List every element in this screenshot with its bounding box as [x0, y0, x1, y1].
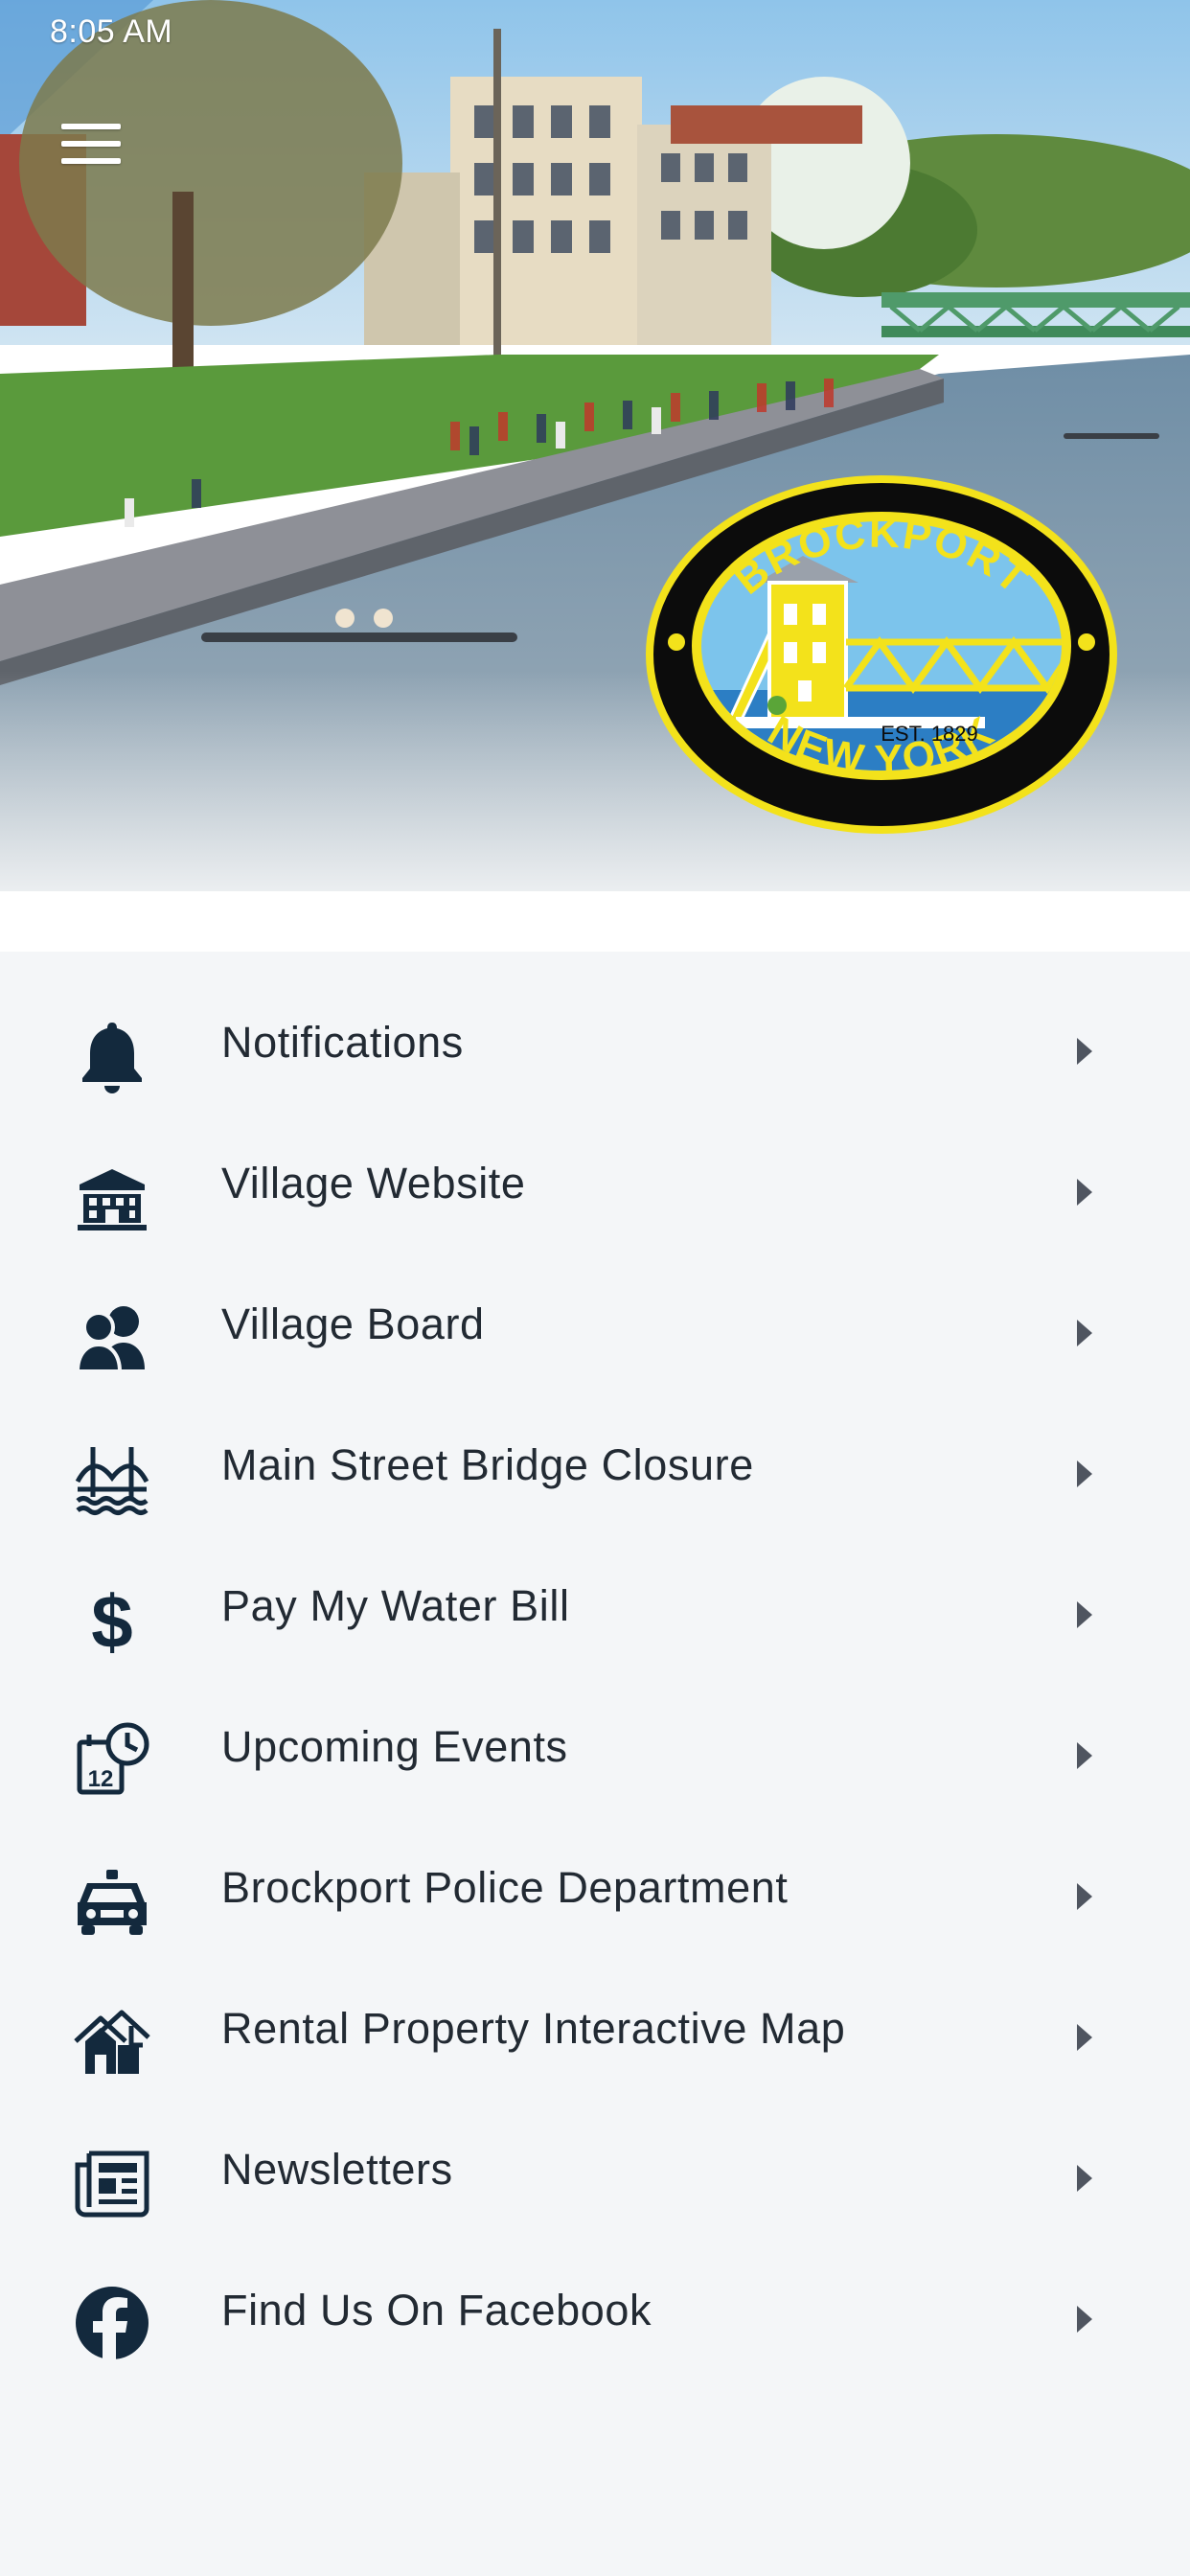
menu-item-newsletters[interactable]: Newsletters [0, 2110, 1190, 2251]
chevron-right-icon [1077, 1179, 1092, 1206]
menu-item-village-board[interactable]: Village Board [0, 1265, 1190, 1406]
menu-item-label: Find Us On Facebook [221, 2286, 652, 2334]
facebook-icon [70, 2285, 154, 2361]
menu-item-bridge-closure[interactable]: Main Street Bridge Closure [0, 1406, 1190, 1547]
svg-text:12: 12 [88, 1766, 114, 1792]
dollar-icon: $ [70, 1580, 154, 1657]
menu-item-label: Pay My Water Bill [221, 1581, 570, 1630]
menu-item-village-website[interactable]: Village Website [0, 1124, 1190, 1265]
chevron-right-icon [1077, 2306, 1092, 2333]
menu-item-notifications[interactable]: Notifications [0, 983, 1190, 1124]
menu-item-facebook[interactable]: Find Us On Facebook [0, 2251, 1190, 2392]
houses-icon [70, 2003, 154, 2080]
seal-established-text: EST. 1829 [881, 722, 978, 746]
menu-item-label: Notifications [221, 1018, 464, 1067]
menu-item-label: Rental Property Interactive Map [221, 2004, 846, 2053]
hero-banner: 8:05 AM BROCKPORT NEW YORK EST. 1829 [0, 0, 1190, 952]
menu-item-label: Upcoming Events [221, 1722, 568, 1771]
chevron-right-icon [1077, 1038, 1092, 1065]
police-car-icon [70, 1862, 154, 1939]
chevron-right-icon [1077, 2165, 1092, 2192]
chevron-right-icon [1077, 1883, 1092, 1910]
chevron-right-icon [1077, 1320, 1092, 1346]
building-icon [70, 1158, 154, 1234]
hamburger-menu-icon[interactable] [48, 107, 134, 180]
menu-item-rental-property-map[interactable]: Rental Property Interactive Map [0, 1969, 1190, 2110]
svg-text:$: $ [91, 1580, 132, 1657]
calendar-clock-icon: 12 [70, 1721, 154, 1798]
brockport-seal-logo: BROCKPORT NEW YORK EST. 1829 [646, 475, 1117, 834]
chevron-right-icon [1077, 2024, 1092, 2051]
users-icon [70, 1299, 154, 1375]
menu-item-label: Main Street Bridge Closure [221, 1440, 754, 1489]
chevron-right-icon [1077, 1601, 1092, 1628]
menu-item-label: Village Board [221, 1300, 485, 1348]
menu-item-police-department[interactable]: Brockport Police Department [0, 1828, 1190, 1969]
menu-item-label: Brockport Police Department [221, 1863, 789, 1912]
menu-item-pay-water-bill[interactable]: $ Pay My Water Bill [0, 1547, 1190, 1688]
newspaper-icon [70, 2144, 154, 2220]
status-bar-time: 8:05 AM [50, 13, 173, 50]
chevron-right-icon [1077, 1460, 1092, 1487]
menu-item-upcoming-events[interactable]: 12 Upcoming Events [0, 1688, 1190, 1828]
menu-item-label: Newsletters [221, 2145, 453, 2194]
chevron-right-icon [1077, 1742, 1092, 1769]
menu-item-label: Village Website [221, 1159, 526, 1208]
bridge-icon [70, 1439, 154, 1516]
bell-icon [70, 1017, 154, 1093]
